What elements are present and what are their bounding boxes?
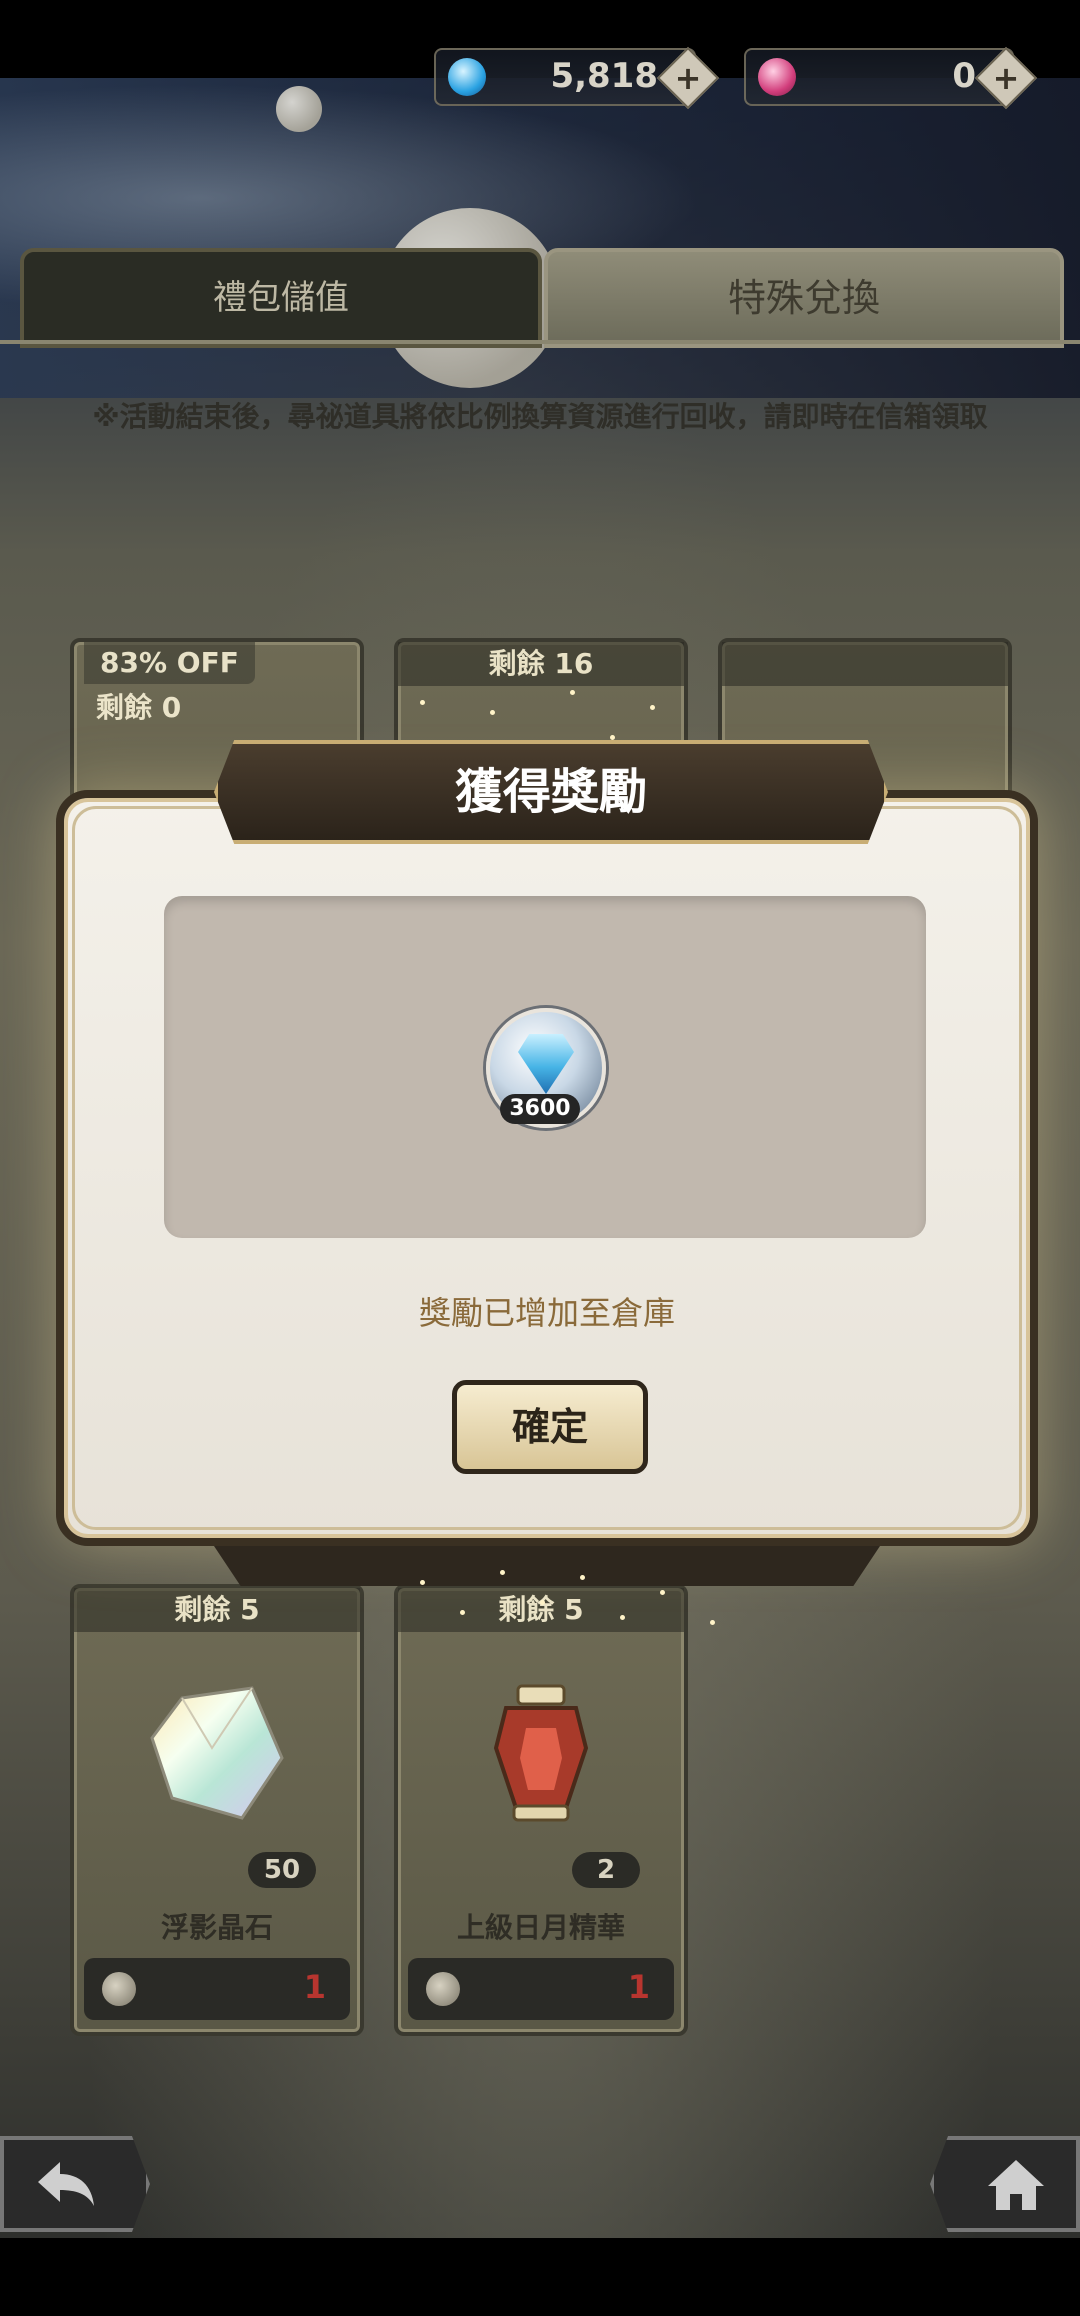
discount-badge: 83% OFF xyxy=(84,642,255,684)
remaining-count: 剩餘 5 xyxy=(74,1588,360,1632)
shop-card[interactable]: 剩餘 5 50 浮影晶石 1 xyxy=(70,1584,364,2036)
reward-message: 獎勵已增加至倉庫 xyxy=(418,1294,675,1332)
sparkle-effect xyxy=(400,1560,740,1640)
notice-text: ※活動結束後，尋祕道具將依比例換算資源進行回收，請即時在信箱領取 xyxy=(92,400,988,433)
home-icon xyxy=(988,2160,1044,2210)
item-quantity: 2 xyxy=(572,1852,640,1888)
reward-dialog: 獲得獎勵 3600 獎勵已增加至倉庫 確定 xyxy=(56,740,1038,1586)
home-button[interactable] xyxy=(930,2136,1080,2232)
tab-gift-pack[interactable]: 禮包儲值 xyxy=(20,248,542,348)
pink-stone-icon xyxy=(758,58,796,96)
gem-currency: 5,818 + xyxy=(434,46,720,110)
remaining-count xyxy=(722,642,1008,686)
blue-gem-icon xyxy=(448,58,486,96)
dialog-title: 獲得獎勵 xyxy=(214,740,888,844)
confirm-button[interactable]: 確定 xyxy=(452,1380,648,1474)
cost-value: 1 xyxy=(303,1968,326,2006)
back-arrow-icon xyxy=(38,2162,94,2206)
token-icon xyxy=(102,1972,136,2006)
back-button[interactable] xyxy=(0,2136,150,2232)
item-quantity: 50 xyxy=(248,1852,316,1888)
item-name: 上級日月精華 xyxy=(456,1911,625,1944)
exchange-cost[interactable]: 1 xyxy=(408,1958,674,2020)
tab-divider xyxy=(0,340,1080,344)
exchange-cost[interactable]: 1 xyxy=(84,1958,350,2020)
shop-card[interactable]: 剩餘 5 2 上級日月精華 1 xyxy=(394,1584,688,2036)
gem-count: 5,818 xyxy=(550,56,658,96)
gem-shape xyxy=(518,1034,574,1094)
token-icon xyxy=(426,1972,460,2006)
reward-panel: 3600 xyxy=(164,896,926,1238)
lantern-essence-icon xyxy=(493,1684,589,1822)
cost-value: 1 xyxy=(627,1968,650,2006)
hanging-orb xyxy=(276,86,322,132)
prism-crystal-icon xyxy=(150,1686,284,1820)
stone-count: 0 xyxy=(952,56,976,96)
stone-currency: 0 + xyxy=(744,46,1038,110)
tab-special-exchange[interactable]: 特殊兌換 xyxy=(544,248,1064,348)
item-name: 浮影晶石 xyxy=(160,1911,273,1944)
reward-count: 3600 xyxy=(500,1094,580,1124)
remaining-count: 剩餘 0 xyxy=(96,691,182,724)
